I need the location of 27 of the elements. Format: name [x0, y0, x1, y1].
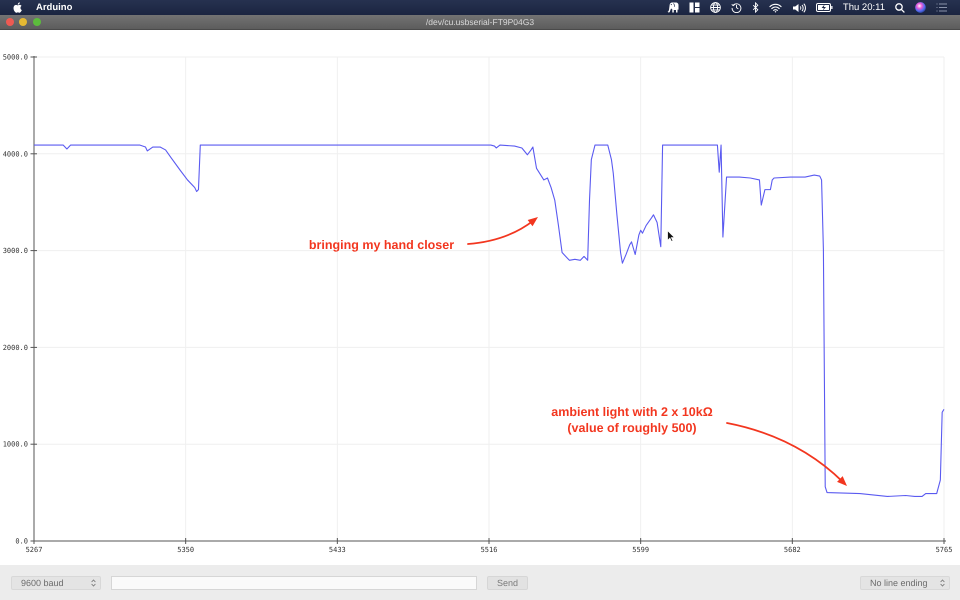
clock-icon[interactable]	[730, 2, 742, 13]
annotation-text: bringing my hand closer	[308, 237, 454, 253]
maximize-button[interactable]	[32, 18, 40, 26]
tiles-icon[interactable]	[688, 2, 700, 13]
list-icon[interactable]	[936, 3, 947, 12]
orb-icon[interactable]	[915, 2, 926, 13]
bluetooth-icon[interactable]	[752, 2, 759, 13]
search-icon[interactable]	[895, 2, 905, 12]
message-input[interactable]	[111, 576, 477, 590]
app-menu[interactable]: Arduino	[36, 2, 72, 13]
updown-chevron-icon	[91, 578, 96, 586]
speaker-icon[interactable]	[792, 2, 806, 12]
menu-bar-clock[interactable]: Thu 20:11	[842, 2, 885, 13]
battery-charging-icon[interactable]	[816, 3, 833, 12]
annotation-text: ambient light with 2 x 10kΩ (value of roughly 500)	[551, 404, 713, 436]
globe-icon[interactable]	[710, 2, 721, 13]
apple-icon[interactable]	[13, 2, 22, 13]
elephant-icon[interactable]	[666, 2, 679, 13]
minimize-button[interactable]	[19, 18, 27, 26]
line-ending-dropdown[interactable]: No line ending	[860, 576, 950, 590]
updown-chevron-icon	[940, 578, 945, 586]
wifi-icon[interactable]	[768, 2, 782, 12]
send-button[interactable]: Send	[487, 576, 528, 590]
annotation-arrow	[467, 217, 538, 245]
baud-rate-dropdown[interactable]: 9600 baud	[11, 576, 101, 590]
mouse-pointer-icon	[667, 230, 675, 242]
window-title: /dev/cu.usbserial-FT9P04G3	[426, 17, 534, 27]
